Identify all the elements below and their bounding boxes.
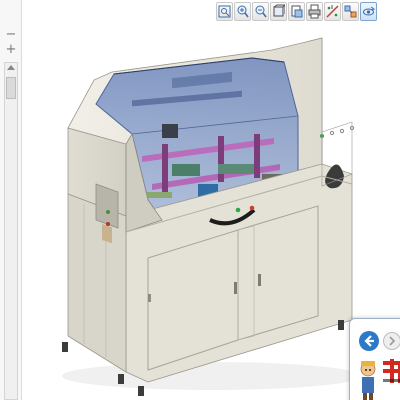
- zoom-in-button[interactable]: [234, 2, 251, 21]
- side-window: [95, 183, 119, 229]
- print-icon: [308, 4, 321, 19]
- view-toolbar: [216, 2, 377, 22]
- measure-button[interactable]: [324, 2, 341, 21]
- machine-model[interactable]: [22, 24, 400, 400]
- collapse-button[interactable]: −: [3, 28, 19, 42]
- navigation-popup: [349, 318, 400, 400]
- foot-front-left: [62, 342, 68, 352]
- zoom-out-button[interactable]: [252, 2, 269, 21]
- section-view-button[interactable]: [288, 2, 305, 21]
- view-cube-icon: [273, 4, 285, 17]
- explode-button[interactable]: [342, 2, 359, 21]
- back-button[interactable]: [359, 331, 379, 351]
- arrow-right-icon: [389, 336, 396, 346]
- scroll-thumb[interactable]: [6, 77, 16, 99]
- floor-shadow: [62, 362, 362, 390]
- print-button[interactable]: [306, 2, 323, 21]
- brand-logo-icon: [383, 359, 400, 383]
- zoom-fit-icon: [218, 5, 231, 18]
- zoom-out-icon: [255, 5, 267, 18]
- scroll-up-icon[interactable]: [7, 65, 15, 70]
- panel-scrollbar[interactable]: [4, 62, 18, 400]
- status-lights: [320, 125, 355, 138]
- 3d-viewer-window: − +: [0, 0, 400, 400]
- orbit-button[interactable]: [360, 2, 377, 21]
- add-button[interactable]: +: [3, 43, 19, 57]
- model-viewport[interactable]: [22, 24, 400, 400]
- next-button[interactable]: [383, 332, 400, 350]
- section-view-icon: [291, 5, 303, 18]
- explode-icon: [344, 5, 357, 18]
- view-cube-button[interactable]: [270, 2, 287, 21]
- arrow-left-icon: [364, 335, 374, 347]
- zoom-in-icon: [237, 5, 249, 18]
- mascot-avatar-icon: [360, 361, 376, 400]
- measure-icon: [326, 5, 339, 18]
- orbit-icon: [363, 6, 375, 16]
- left-panel: − +: [0, 0, 22, 400]
- zoom-fit-button[interactable]: [216, 2, 233, 21]
